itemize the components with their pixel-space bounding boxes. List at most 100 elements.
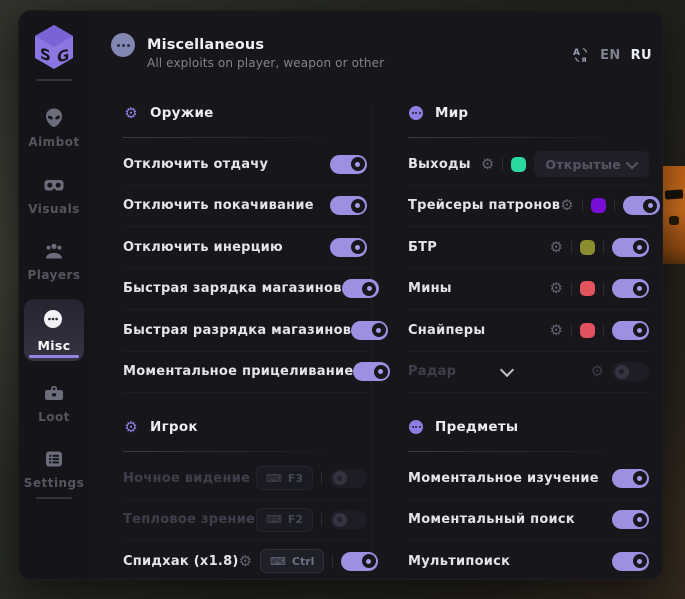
control-divider bbox=[571, 241, 572, 254]
color-swatch[interactable] bbox=[580, 323, 595, 338]
row-controls bbox=[612, 552, 649, 571]
sidebar-item-visuals[interactable]: Visuals bbox=[24, 174, 84, 216]
sidebar-item-label: Misc bbox=[37, 338, 70, 353]
row-controls: ⚙ bbox=[550, 238, 649, 257]
feature-row: Быстрая зарядка магазинов bbox=[123, 269, 367, 311]
control-divider bbox=[321, 472, 322, 485]
feature-label: Мультипоиск bbox=[408, 554, 510, 569]
toggle-knob bbox=[351, 240, 365, 254]
row-controls: ⚙ bbox=[560, 196, 659, 215]
color-swatch[interactable] bbox=[580, 240, 595, 255]
sidebar-divider bbox=[36, 79, 72, 81]
gear-icon[interactable]: ⚙ bbox=[550, 240, 563, 255]
gear-icon[interactable]: ⚙ bbox=[481, 157, 494, 172]
feature-row: Отключить инерцию bbox=[123, 227, 367, 269]
toggle[interactable] bbox=[330, 155, 367, 174]
toggle[interactable] bbox=[341, 552, 378, 571]
section-player: ⚙ Игрок Ночное видение⌨F3Тепловое зрение… bbox=[123, 415, 367, 580]
control-divider bbox=[603, 282, 604, 295]
color-swatch[interactable] bbox=[511, 157, 526, 172]
sidebar-item-players[interactable]: Players bbox=[24, 240, 84, 282]
feature-row: Быстрая разрядка магазинов bbox=[123, 310, 367, 352]
billboard-text-mark bbox=[669, 216, 679, 225]
sidebar-divider bbox=[36, 497, 72, 499]
feature-label: Отключить покачивание bbox=[123, 198, 314, 213]
active-underline bbox=[29, 355, 79, 358]
gear-icon[interactable]: ⚙ bbox=[239, 554, 252, 569]
control-divider bbox=[502, 158, 503, 171]
lang-ru-button[interactable]: RU bbox=[631, 48, 652, 63]
feature-row: Ночное видение⌨F3 bbox=[123, 458, 367, 500]
dropdown[interactable]: Открытые bbox=[534, 151, 649, 177]
section-weapon: ⚙ Оружие Отключить отдачуОтключить покач… bbox=[123, 101, 367, 393]
feature-label: Снайперы bbox=[408, 323, 485, 338]
hotkey-badge[interactable]: ⌨F2 bbox=[256, 508, 313, 532]
control-divider bbox=[571, 324, 572, 337]
toggle-knob bbox=[362, 554, 376, 568]
gear-icon[interactable]: ⚙ bbox=[550, 323, 563, 338]
hotkey-badge[interactable]: ⌨F3 bbox=[256, 466, 313, 490]
gear-icon[interactable]: ⚙ bbox=[550, 281, 563, 296]
column-divider bbox=[371, 107, 372, 573]
section-divider bbox=[123, 451, 323, 452]
control-divider bbox=[321, 513, 322, 526]
vr-icon bbox=[43, 174, 65, 196]
toggle-knob bbox=[615, 365, 629, 379]
hotkey-badge[interactable]: ⌨Ctrl bbox=[260, 549, 324, 573]
feature-label: Тепловое зрение bbox=[123, 512, 255, 527]
toggle[interactable] bbox=[623, 196, 660, 215]
row-controls: ⚙ ⌨Ctrl bbox=[239, 549, 379, 573]
toggle[interactable] bbox=[330, 196, 367, 215]
sidebar-item-misc[interactable]: Misc bbox=[24, 299, 84, 361]
feature-row: Моментальное прицеливание bbox=[123, 352, 367, 394]
feature-label: Моментальное изучение bbox=[408, 471, 599, 486]
toggle-knob bbox=[362, 282, 376, 296]
row-controls bbox=[330, 196, 367, 215]
page-subtitle: All exploits on player, weapon or other bbox=[147, 56, 384, 70]
gear-icon[interactable]: ⚙ bbox=[591, 364, 604, 379]
keyboard-icon: ⌨ bbox=[266, 514, 282, 525]
sidebar-item-loot[interactable]: Loot bbox=[24, 382, 84, 424]
toggle-knob bbox=[633, 240, 647, 254]
lang-en-button[interactable]: EN bbox=[600, 48, 621, 63]
toggle[interactable] bbox=[342, 279, 379, 298]
alien-icon bbox=[43, 107, 65, 129]
section-header: Предметы bbox=[408, 415, 649, 439]
toggle[interactable] bbox=[612, 279, 649, 298]
feature-row: Трейсеры патронов⚙ bbox=[408, 186, 649, 228]
toggle[interactable] bbox=[330, 238, 367, 257]
sidebar-item-aimbot[interactable]: Aimbot bbox=[24, 107, 84, 149]
gear-icon[interactable]: ⚙ bbox=[560, 198, 573, 213]
chevron-down-icon[interactable] bbox=[500, 363, 514, 377]
toggle[interactable] bbox=[612, 321, 649, 340]
feature-label: Спидхак (x1.8) bbox=[123, 554, 239, 569]
feature-row: Мультипоиск bbox=[408, 541, 649, 580]
toggle[interactable] bbox=[351, 321, 388, 340]
row-controls bbox=[353, 362, 390, 381]
feature-label: Выходы bbox=[408, 157, 471, 172]
control-divider bbox=[571, 282, 572, 295]
feature-label: Отключить инерцию bbox=[123, 240, 283, 255]
feature-label: БТР bbox=[408, 240, 437, 255]
toggle[interactable] bbox=[612, 362, 649, 381]
row-controls bbox=[342, 279, 379, 298]
row-controls bbox=[330, 238, 367, 257]
toggle[interactable] bbox=[353, 362, 390, 381]
toggle-knob bbox=[372, 323, 386, 337]
toggle[interactable] bbox=[612, 469, 649, 488]
feature-row: Мины⚙ bbox=[408, 269, 649, 311]
color-swatch[interactable] bbox=[580, 281, 595, 296]
toggle-knob bbox=[333, 471, 347, 485]
section-divider bbox=[408, 137, 608, 138]
feature-row: Моментальный поиск bbox=[408, 500, 649, 542]
sidebar-item-settings[interactable]: Settings bbox=[24, 448, 84, 490]
toggle[interactable] bbox=[612, 552, 649, 571]
settings-icon bbox=[43, 448, 65, 470]
app-logo-icon: S G bbox=[32, 23, 76, 71]
toggle[interactable] bbox=[330, 510, 367, 529]
color-swatch[interactable] bbox=[591, 198, 606, 213]
feature-row: Снайперы ⚙ bbox=[408, 310, 649, 352]
toggle[interactable] bbox=[330, 469, 367, 488]
toggle[interactable] bbox=[612, 238, 649, 257]
toggle[interactable] bbox=[612, 510, 649, 529]
